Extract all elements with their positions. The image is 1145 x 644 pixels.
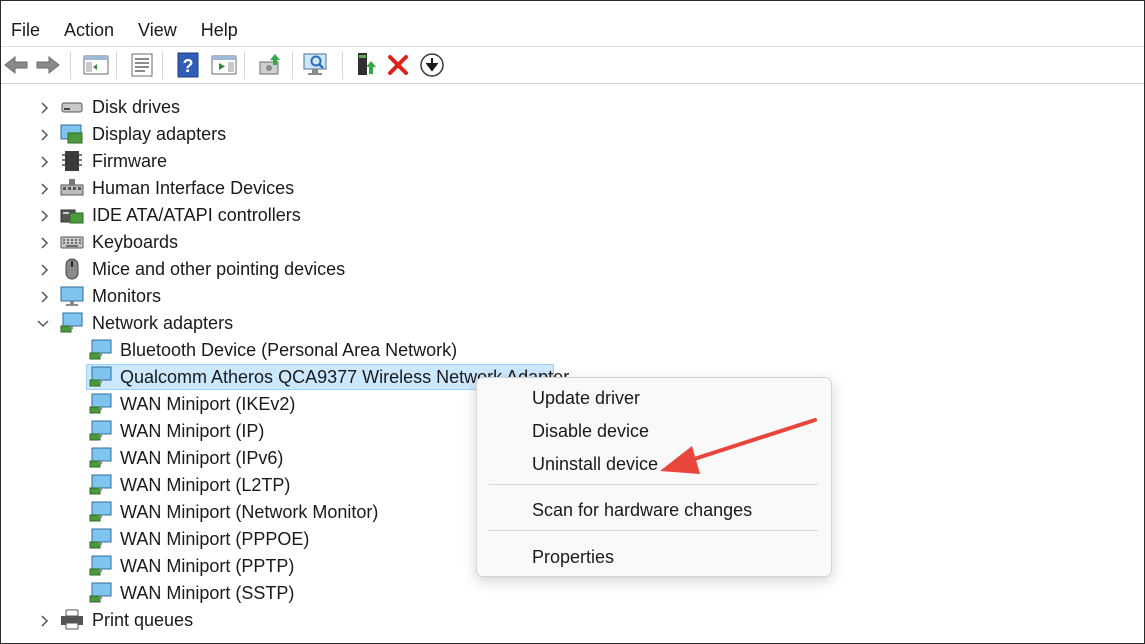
tree-category-row[interactable]: Keyboards (0, 229, 1145, 256)
tree-device-label: WAN Miniport (IPv6) (120, 448, 284, 468)
back-arrow-icon[interactable] (2, 51, 30, 79)
tree-device-row[interactable]: WAN Miniport (SSTP) (0, 580, 1145, 607)
context-menu: Update driver Disable device Uninstall d… (476, 377, 832, 577)
uninstall-device-menu-item[interactable]: Uninstall device (532, 454, 658, 475)
mouse-icon (60, 258, 84, 280)
help-icon[interactable]: ? (174, 51, 202, 79)
tree-device-label: Bluetooth Device (Personal Area Network) (120, 340, 458, 360)
toolbar-separator (162, 51, 163, 79)
network-adapter-icon (89, 447, 113, 469)
tree-category-row[interactable]: Monitors (0, 283, 1145, 310)
chevron-right-icon[interactable] (39, 129, 51, 141)
forward-arrow-icon[interactable] (34, 51, 62, 79)
tree-device-label: WAN Miniport (PPPOE) (120, 529, 310, 549)
disable-device-menu-item[interactable]: Disable device (532, 421, 649, 442)
tree-category-label: IDE ATA/ATAPI controllers (92, 205, 301, 225)
tree-category-label: Disk drives (92, 97, 181, 117)
tree-device-label: WAN Miniport (IKEv2) (120, 394, 296, 414)
toolbar: ? (0, 46, 1145, 84)
tree-category-row[interactable]: Network adapters (0, 310, 1145, 337)
chevron-right-icon[interactable] (39, 210, 51, 222)
network-adapter-icon (89, 501, 113, 523)
menu-file[interactable]: File (0, 0, 52, 46)
tree-category-row[interactable]: Display adapters (0, 121, 1145, 148)
network-adapter-icon (60, 312, 84, 334)
disable-device-icon[interactable] (418, 51, 446, 79)
network-adapter-icon (89, 555, 113, 577)
update-driver-icon[interactable] (256, 51, 284, 79)
toolbar-separator (292, 51, 293, 79)
tree-category-label: Print queues (92, 610, 194, 630)
tree-category-row[interactable]: Print queues (0, 607, 1145, 634)
tree-category-row[interactable]: Mice and other pointing devices (0, 256, 1145, 283)
firmware-icon (60, 150, 84, 172)
network-adapter-icon (89, 582, 113, 604)
network-adapter-icon (89, 420, 113, 442)
tree-category-label: Human Interface Devices (92, 178, 295, 198)
menu-bar: File Action View Help (0, 0, 1145, 46)
network-adapter-icon (89, 393, 113, 415)
action-pane-icon[interactable] (210, 51, 238, 79)
ide-controller-icon (60, 204, 84, 226)
update-driver-menu-item[interactable]: Update driver (532, 388, 640, 409)
scan-hardware-menu-item[interactable]: Scan for hardware changes (532, 500, 752, 521)
toolbar-separator (342, 51, 343, 79)
chevron-down-icon[interactable] (37, 318, 49, 330)
properties-icon[interactable] (128, 51, 156, 79)
tree-category-label: Display adapters (92, 124, 227, 144)
menu-view[interactable]: View (126, 0, 189, 46)
printer-icon (60, 609, 84, 631)
chevron-right-icon[interactable] (39, 237, 51, 249)
tree-category-label: Network adapters (92, 313, 234, 333)
network-adapter-icon (89, 474, 113, 496)
tree-category-label: Firmware (92, 151, 167, 171)
tree-category-label: Mice and other pointing devices (92, 259, 346, 279)
tree-device-row[interactable]: Bluetooth Device (Personal Area Network) (0, 337, 1145, 364)
tree-category-row[interactable]: Human Interface Devices (0, 175, 1145, 202)
network-adapter-icon (89, 528, 113, 550)
tree-category-label: Keyboards (92, 232, 179, 252)
chevron-right-icon[interactable] (39, 264, 51, 276)
toolbar-separator (70, 51, 71, 79)
chevron-right-icon[interactable] (39, 291, 51, 303)
tree-device-label: WAN Miniport (SSTP) (120, 583, 295, 603)
chevron-right-icon[interactable] (39, 102, 51, 114)
show-hide-console-tree-icon[interactable] (82, 51, 110, 79)
toolbar-separator (116, 51, 117, 79)
tree-device-label: WAN Miniport (IP) (120, 421, 265, 441)
tree-device-label: WAN Miniport (PPTP) (120, 556, 295, 576)
keyboard-icon (60, 231, 84, 253)
menu-separator (489, 484, 818, 485)
properties-menu-item[interactable]: Properties (532, 547, 614, 568)
tree-category-row[interactable]: Disk drives (0, 94, 1145, 121)
tree-category-row[interactable]: Firmware (0, 148, 1145, 175)
menu-separator (489, 530, 818, 531)
menu-help[interactable]: Help (189, 0, 250, 46)
tree-device-label: WAN Miniport (Network Monitor) (120, 502, 379, 522)
chevron-right-icon[interactable] (39, 183, 51, 195)
monitor-icon (60, 285, 84, 307)
display-adapter-icon (60, 123, 84, 145)
network-adapter-icon (89, 366, 113, 388)
chevron-right-icon[interactable] (39, 615, 51, 627)
network-adapter-icon (89, 339, 113, 361)
tree-category-label: Monitors (92, 286, 162, 306)
svg-text:?: ? (183, 56, 194, 76)
tree-device-label: WAN Miniport (L2TP) (120, 475, 291, 495)
chevron-right-icon[interactable] (39, 156, 51, 168)
uninstall-device-icon[interactable] (384, 51, 412, 79)
toolbar-separator (244, 51, 245, 79)
menu-action[interactable]: Action (52, 0, 126, 46)
disk-drive-icon (60, 96, 84, 118)
hid-icon (60, 177, 84, 199)
scan-hardware-icon[interactable] (302, 51, 330, 79)
enable-device-icon[interactable] (352, 51, 380, 79)
tree-category-row[interactable]: IDE ATA/ATAPI controllers (0, 202, 1145, 229)
